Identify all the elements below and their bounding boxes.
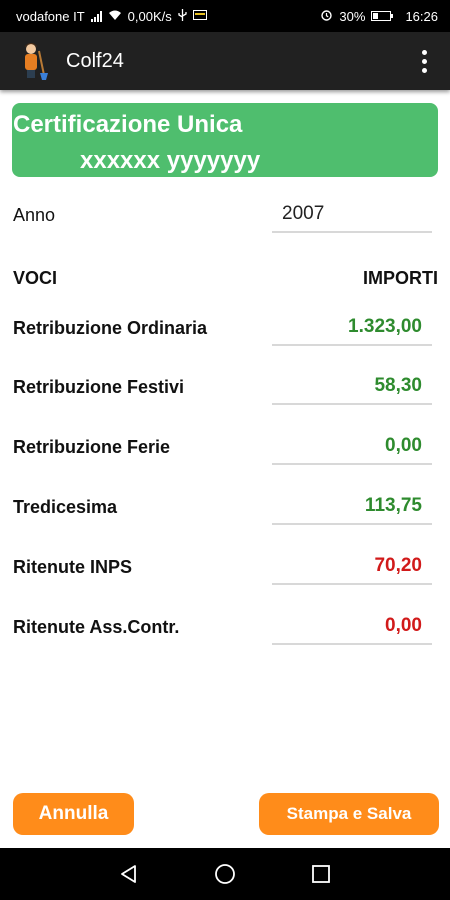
anno-field[interactable]: 2007 — [272, 199, 432, 233]
retribuzione-ferie-label: Retribuzione Ferie — [13, 437, 171, 457]
battery-icon — [371, 11, 394, 21]
tredicesima-label: Tredicesima — [13, 497, 118, 517]
alarm-icon — [320, 9, 333, 23]
app-logo-icon — [25, 43, 48, 80]
ritenute-ass-contr-label: Ritenute Ass.Contr. — [13, 617, 180, 637]
page-title: Certificazione Unica — [13, 111, 243, 138]
battery-percent-label: 30% — [339, 8, 366, 24]
app-title: Colf24 — [66, 49, 124, 72]
notification-icon — [192, 10, 207, 22]
retribuzione-ordinaria-label: Retribuzione Ordinaria — [13, 318, 208, 338]
retribuzione-festivi-label: Retribuzione Festivi — [13, 377, 185, 397]
voci-column-header: VOCI — [13, 268, 58, 288]
action-bar: Colf24 — [0, 32, 450, 90]
retribuzione-festivi-field[interactable]: 58,30 — [272, 371, 432, 405]
usb-icon — [178, 9, 187, 23]
retribuzione-ordinaria-field[interactable]: 1.323,00 — [272, 312, 432, 346]
carrier-label: vodafone IT — [16, 8, 85, 24]
ritenute-inps-label: Ritenute INPS — [13, 557, 133, 577]
ritenute-inps-field[interactable]: 70,20 — [272, 551, 432, 585]
signal-icon — [90, 10, 102, 22]
time-label: 16:26 — [405, 8, 438, 24]
recents-icon[interactable] — [307, 860, 335, 888]
back-icon[interactable] — [115, 860, 143, 888]
data-speed-label: 0,00K/s — [127, 8, 172, 24]
home-icon[interactable] — [211, 860, 239, 888]
cancel-button[interactable]: Annulla — [13, 793, 134, 835]
ritenute-ass-contr-field[interactable]: 0,00 — [272, 611, 432, 645]
retribuzione-ferie-field[interactable]: 0,00 — [272, 431, 432, 465]
header-card: Certificazione Unica xxxxxx yyyyyyy — [12, 103, 438, 177]
print-and-save-button[interactable]: Stampa e Salva — [259, 793, 439, 835]
anno-label: Anno — [13, 205, 56, 225]
wifi-icon — [108, 10, 122, 23]
overflow-menu-icon[interactable] — [412, 45, 436, 77]
tredicesima-field[interactable]: 113,75 — [272, 491, 432, 525]
screen: vodafone IT 0,00K/s 30% 16:26 Colf24 Cer… — [0, 0, 450, 900]
importi-column-header: IMPORTI — [363, 268, 438, 288]
status-bar: vodafone IT 0,00K/s 30% 16:26 — [0, 0, 450, 32]
employee-name: xxxxxx yyyyyyy — [80, 147, 261, 174]
navigation-bar — [0, 848, 450, 900]
